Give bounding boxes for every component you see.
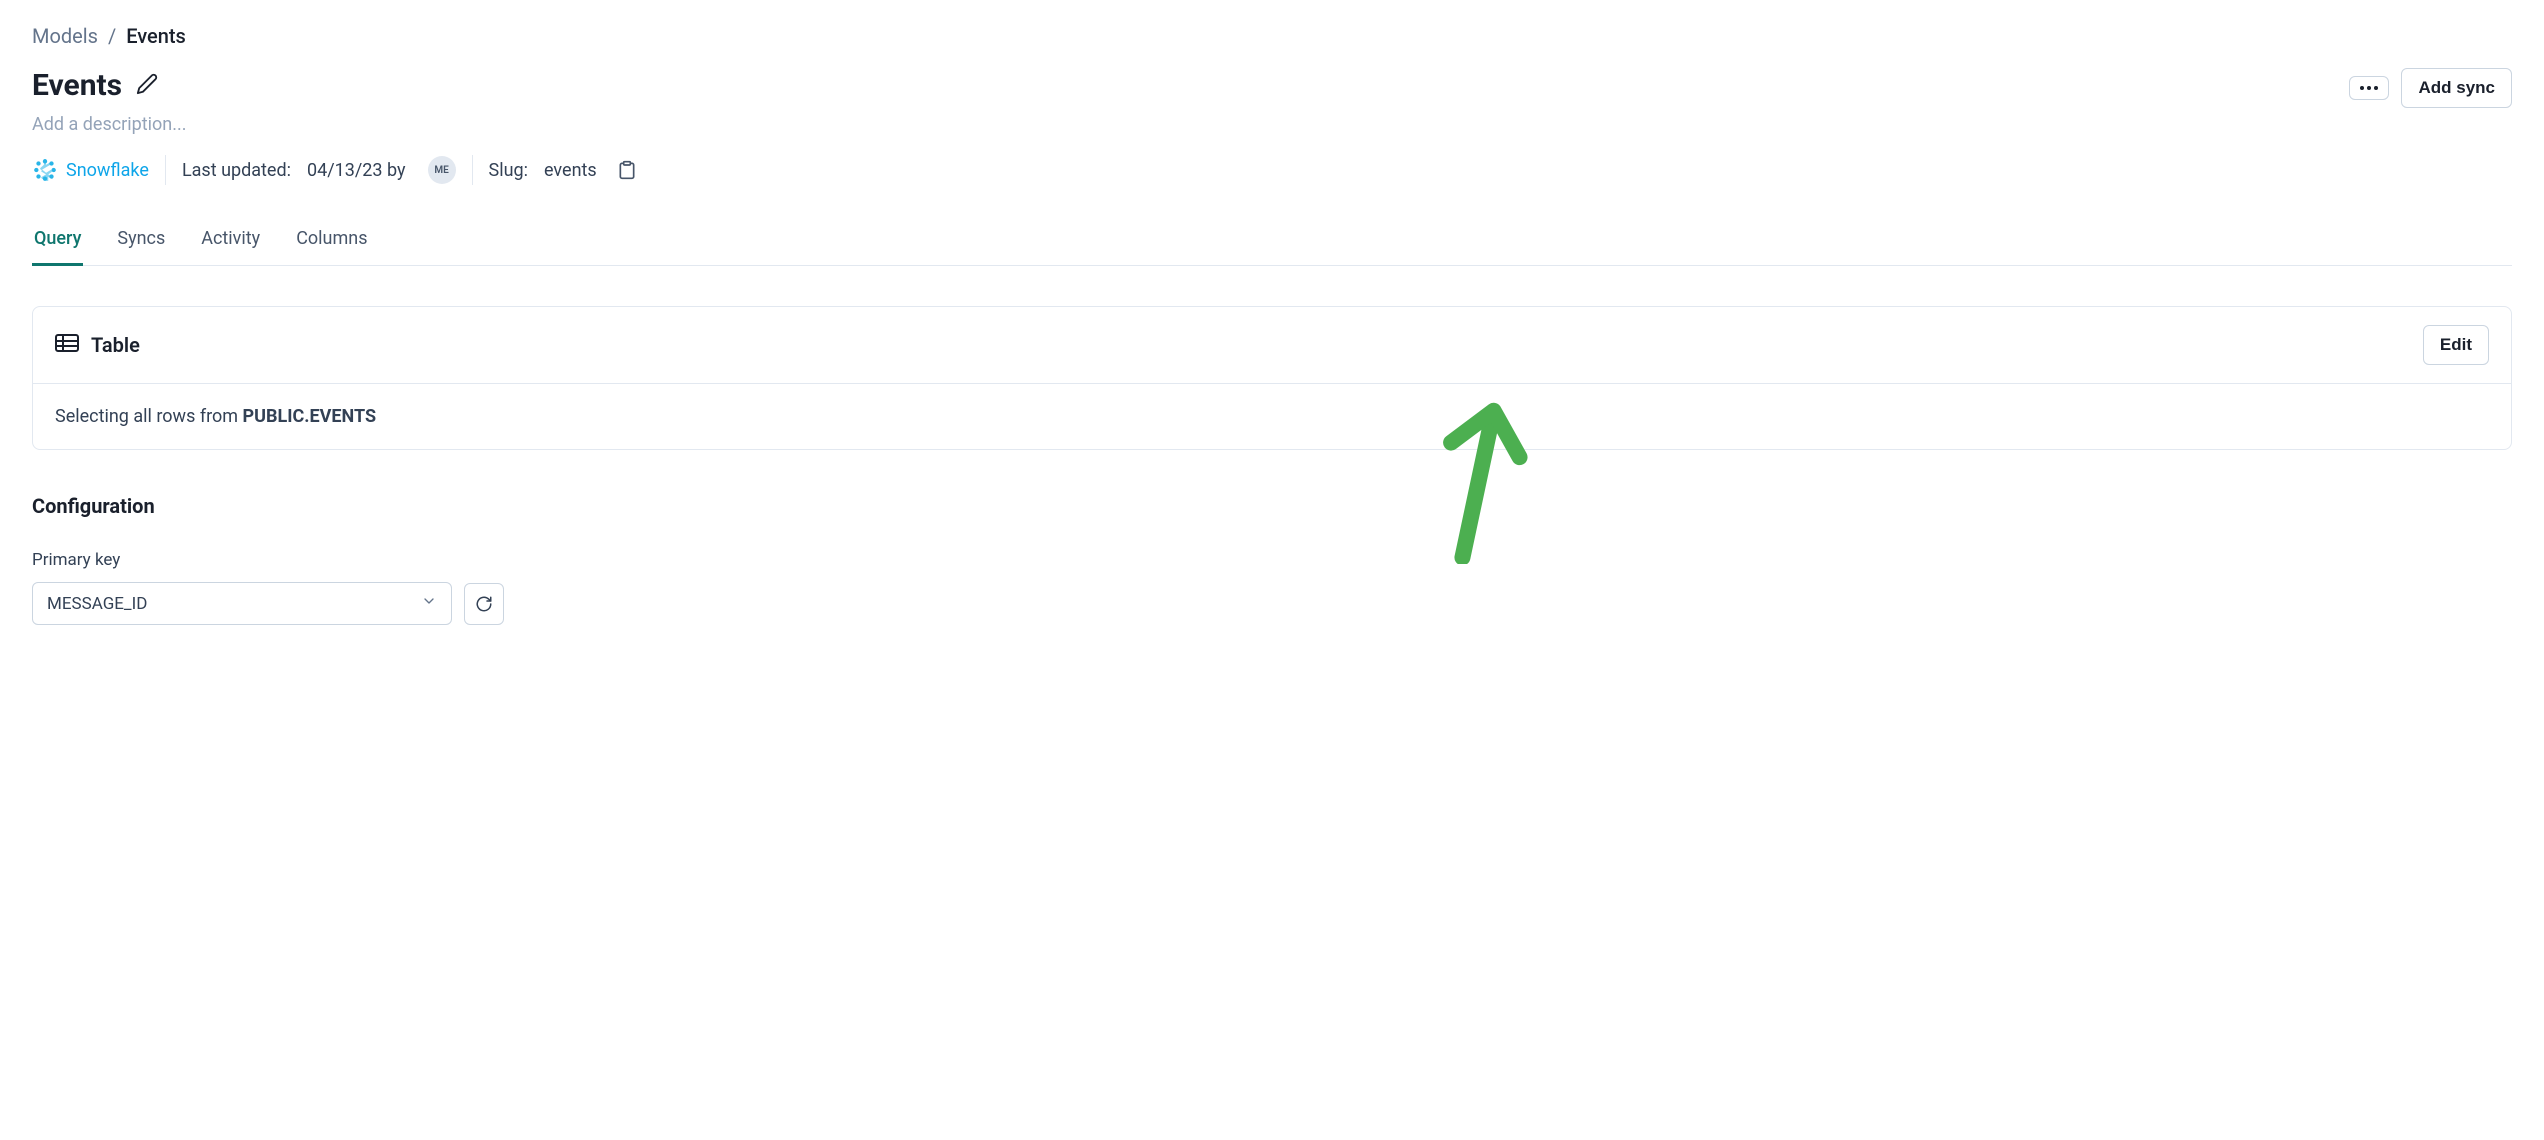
query-card-body: Selecting all rows from PUBLIC.EVENTS bbox=[33, 384, 2511, 449]
add-sync-button[interactable]: Add sync bbox=[2401, 68, 2512, 108]
edit-query-button[interactable]: Edit bbox=[2423, 325, 2489, 365]
breadcrumb-separator: / bbox=[108, 24, 116, 48]
breadcrumb-parent-link[interactable]: Models bbox=[32, 24, 98, 48]
tab-syncs[interactable]: Syncs bbox=[115, 220, 167, 266]
query-body-table-name: PUBLIC.EVENTS bbox=[243, 406, 377, 427]
query-body-prefix: Selecting all rows from bbox=[55, 406, 243, 427]
tabs: Query Syncs Activity Columns bbox=[32, 219, 2512, 266]
more-actions-button[interactable] bbox=[2349, 76, 2389, 100]
breadcrumb: Models / Events bbox=[32, 24, 2512, 48]
slug-label: Slug: bbox=[489, 160, 528, 181]
tab-columns[interactable]: Columns bbox=[294, 220, 369, 266]
slug-value: events bbox=[544, 160, 597, 181]
primary-key-select[interactable]: MESSAGE_ID bbox=[32, 582, 452, 625]
snowflake-icon bbox=[32, 157, 58, 183]
copy-slug-button[interactable] bbox=[617, 160, 637, 180]
description-placeholder[interactable]: Add a description... bbox=[32, 114, 2512, 135]
table-icon bbox=[55, 334, 79, 356]
query-card: Table Edit Selecting all rows from PUBLI… bbox=[32, 306, 2512, 450]
updater-avatar: ME bbox=[428, 156, 456, 184]
divider bbox=[165, 155, 166, 185]
last-updated-value: 04/13/23 by bbox=[307, 160, 406, 181]
page-title: Events bbox=[32, 68, 122, 103]
refresh-icon bbox=[475, 595, 493, 613]
source-name: Snowflake bbox=[66, 160, 149, 181]
divider bbox=[472, 155, 473, 185]
tab-activity[interactable]: Activity bbox=[199, 220, 262, 266]
primary-key-label: Primary key bbox=[32, 550, 2512, 570]
query-card-title: Table bbox=[91, 333, 140, 357]
configuration-section-title: Configuration bbox=[32, 494, 2512, 518]
source-link[interactable]: Snowflake bbox=[32, 157, 149, 183]
edit-title-icon[interactable] bbox=[136, 73, 158, 99]
tab-query[interactable]: Query bbox=[32, 220, 83, 266]
more-horizontal-icon bbox=[2360, 86, 2378, 90]
refresh-primary-key-button[interactable] bbox=[464, 583, 504, 625]
last-updated-label: Last updated: bbox=[182, 160, 291, 181]
primary-key-value: MESSAGE_ID bbox=[47, 594, 147, 614]
clipboard-icon bbox=[617, 160, 637, 180]
chevron-down-icon bbox=[421, 593, 437, 614]
breadcrumb-current: Events bbox=[126, 24, 186, 48]
